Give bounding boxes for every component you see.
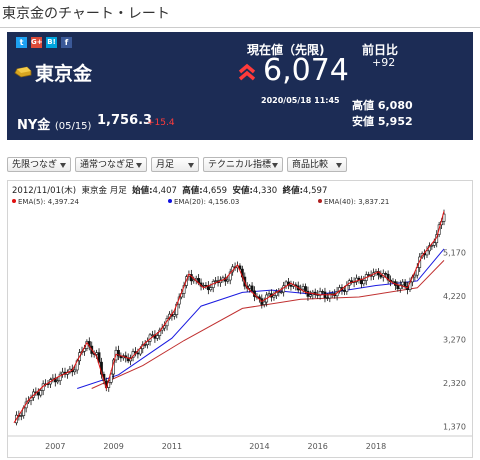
y-tick-label: 1,370: [443, 423, 466, 432]
x-tick-label: 2007: [45, 442, 65, 451]
candle: [384, 273, 388, 275]
x-tick-label: 2018: [366, 442, 386, 451]
candle: [61, 371, 64, 375]
candle: [202, 284, 205, 287]
candle: [172, 314, 176, 317]
ema40-line: [91, 260, 445, 389]
candle: [362, 280, 366, 285]
candle: [289, 284, 293, 287]
y-tick-label: 3,270: [443, 336, 466, 345]
candle: [413, 274, 417, 278]
candle: [301, 286, 305, 290]
candle: [39, 390, 43, 396]
candle: [209, 287, 213, 291]
ema20-line: [77, 248, 445, 389]
candle: [262, 301, 266, 305]
candle: [379, 274, 383, 278]
candle: [403, 281, 407, 287]
x-tick-label: 2014: [249, 442, 269, 451]
candle: [321, 291, 324, 293]
candle: [250, 285, 254, 292]
candle: [396, 285, 400, 290]
candle: [95, 352, 98, 355]
candle: [19, 415, 23, 417]
x-tick-label: 2009: [103, 442, 123, 451]
candle: [272, 295, 276, 298]
x-tick-label: 2011: [162, 442, 182, 451]
candle: [304, 286, 307, 292]
candle: [367, 274, 371, 276]
y-tick-label: 2,320: [443, 379, 466, 388]
candle: [325, 297, 329, 299]
candle: [136, 352, 140, 355]
candle: [306, 290, 310, 297]
price-chart[interactable]: 1,370 2,320 3,270 4,220 5,170 2007 2009 2011 201…: [0, 0, 480, 460]
candle: [432, 242, 436, 246]
candle: [360, 279, 363, 285]
candle: [248, 285, 252, 289]
candle: [56, 380, 60, 383]
x-tick-label: 2016: [307, 442, 327, 451]
candle: [36, 392, 40, 396]
candle: [226, 279, 230, 282]
candle: [73, 369, 77, 373]
y-tick-label: 5,170: [443, 249, 466, 258]
candle: [267, 293, 271, 296]
candle: [401, 281, 405, 286]
candle: [151, 334, 154, 336]
candle: [155, 335, 159, 339]
candle: [143, 344, 147, 346]
candle: [342, 290, 346, 292]
y-tick-label: 4,220: [443, 292, 466, 301]
candle: [425, 250, 429, 256]
ema5-line: [13, 211, 445, 424]
candle: [279, 291, 283, 294]
candle: [214, 280, 218, 282]
candle: [430, 245, 434, 247]
candle: [308, 294, 312, 297]
